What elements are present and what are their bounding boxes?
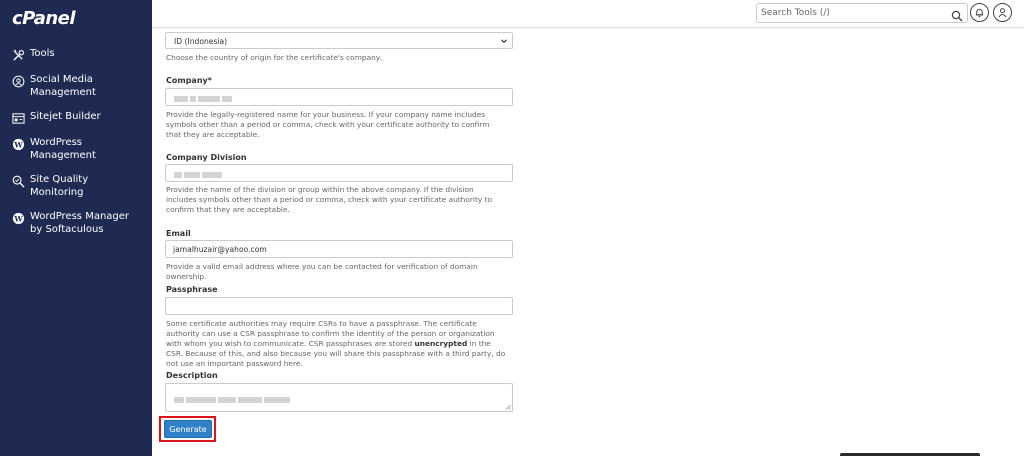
company-label: Company* xyxy=(166,76,212,85)
passphrase-help: Some certificate authorities may require… xyxy=(166,319,506,369)
description-textarea[interactable] xyxy=(165,383,513,412)
sidebar-item-tools[interactable]: Tools xyxy=(0,44,152,65)
sidebar-item-label: Social Media Management xyxy=(30,74,96,98)
search-input[interactable] xyxy=(757,4,947,22)
company-division-input[interactable] xyxy=(165,164,513,182)
passphrase-field[interactable] xyxy=(165,297,513,315)
bell-icon xyxy=(975,8,984,18)
svg-text:W: W xyxy=(13,214,23,223)
generate-button[interactable]: Generate xyxy=(164,420,212,438)
redacted-value xyxy=(174,94,234,102)
email-help: Provide a valid email address where you … xyxy=(166,262,478,281)
search-icon[interactable] xyxy=(951,7,963,22)
redacted-value xyxy=(174,389,292,403)
sidebar-item-sitejet[interactable]: Sitejet Builder xyxy=(0,107,152,128)
sidebar-item-label: Sitejet Builder xyxy=(30,111,101,122)
sidebar-item-social-media[interactable]: Social Media Management xyxy=(0,70,152,102)
csr-form: ID (Indonesia) Choose the country of ori… xyxy=(152,29,1024,456)
search-box xyxy=(756,3,968,23)
sidebar-item-label: WordPress Manager by Softaculous xyxy=(30,211,130,235)
passphrase-help-emphasis: unencrypted xyxy=(414,339,468,348)
wordpress-icon: W xyxy=(12,212,25,225)
sidebar: cPanel Tools Social Media Management Sit… xyxy=(0,0,152,456)
country-select[interactable]: ID (Indonesia) xyxy=(165,32,513,49)
sitejet-icon xyxy=(12,112,25,125)
sidebar-item-wordpress-softaculous[interactable]: W WordPress Manager by Softaculous xyxy=(0,207,152,239)
sidebar-item-label: Site Quality Monitoring xyxy=(30,174,89,198)
social-media-icon xyxy=(12,75,25,88)
sidebar-item-label: Tools xyxy=(30,48,55,59)
sidebar-item-wordpress-management[interactable]: W WordPress Management xyxy=(0,133,152,165)
top-bar xyxy=(152,0,1024,28)
email-field[interactable] xyxy=(165,240,513,258)
sidebar-item-site-quality[interactable]: Site Quality Monitoring xyxy=(0,170,152,202)
sidebar-item-label: WordPress Management xyxy=(30,137,96,161)
svg-text:W: W xyxy=(13,140,23,149)
company-help: Provide the legally-registered name for … xyxy=(166,110,490,139)
cpanel-logo[interactable]: cPanel xyxy=(12,8,76,29)
notifications-button[interactable] xyxy=(970,3,989,22)
description-label: Description xyxy=(166,371,218,380)
company-division-help: Provide the name of the division or grou… xyxy=(166,185,493,214)
redacted-value xyxy=(174,170,224,178)
chevron-down-icon xyxy=(501,39,507,44)
site-quality-icon xyxy=(12,175,25,188)
tools-icon xyxy=(12,49,25,62)
passphrase-label: Passphrase xyxy=(166,285,218,294)
sidebar-nav: Tools Social Media Management Sitejet Bu… xyxy=(0,44,152,244)
company-input[interactable] xyxy=(165,88,513,106)
country-select-value: ID (Indonesia) xyxy=(174,37,228,46)
resize-handle-icon[interactable] xyxy=(505,404,511,410)
user-menu-button[interactable] xyxy=(993,3,1012,22)
company-division-label: Company Division xyxy=(166,153,247,162)
user-icon xyxy=(998,8,1007,18)
email-label: Email xyxy=(166,229,191,238)
country-help: Choose the country of origin for the cer… xyxy=(166,53,382,62)
wordpress-icon: W xyxy=(12,138,25,151)
